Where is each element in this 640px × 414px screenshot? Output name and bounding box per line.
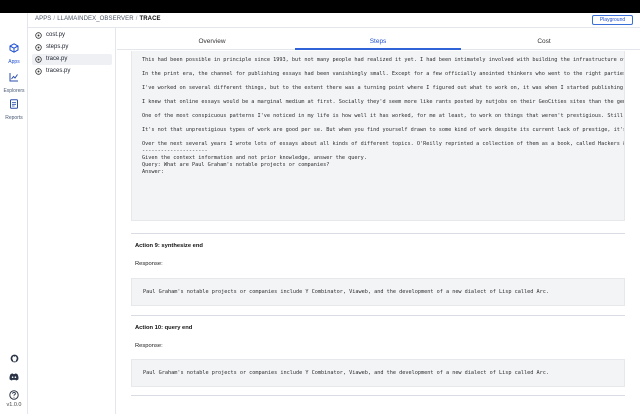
action-10-response-text: Paul Graham's notable projects or compan… (143, 370, 550, 376)
prompt-line: Query: What are Paul Graham's notable pr… (142, 162, 330, 168)
prompt-line: I knew that online essays would be a mar… (142, 99, 624, 105)
prompt-line (142, 134, 624, 141)
action-10-response-block: Paul Graham's notable projects or compan… (131, 359, 625, 387)
tab-cost[interactable]: Cost (461, 28, 627, 50)
github-link[interactable] (0, 350, 28, 368)
nav-item-apps[interactable]: Apps (0, 40, 28, 65)
prompt-line (142, 64, 624, 71)
prompt-line: Over the next several years I wrote lots… (142, 141, 624, 147)
prompt-line (142, 106, 624, 113)
file-item-traces[interactable]: traces.py (32, 66, 112, 77)
discord-icon (0, 368, 28, 386)
nav-item-explorers[interactable]: Explorers (0, 69, 28, 94)
prompt-line (142, 92, 624, 99)
section-divider (131, 233, 625, 234)
action-9-response-text: Paul Graham's notable projects or compan… (143, 289, 550, 295)
action-9-title: Action 9: synthesize end (135, 243, 203, 249)
window-top-bar (0, 0, 640, 13)
nav-label-apps: Apps (8, 59, 20, 65)
prompt-line: I've worked on several different things,… (142, 85, 624, 91)
action-9-response-block: Paul Graham's notable projects or compan… (131, 278, 625, 306)
prompt-line: Answer: (142, 169, 164, 175)
file-item-steps[interactable]: steps.py (32, 42, 112, 53)
section-divider (131, 315, 625, 316)
prompt-line: Given the context information and not pr… (142, 155, 367, 161)
app-version: v1.0.0 (6, 402, 22, 408)
file-item-trace[interactable]: trace.py (32, 54, 112, 65)
prompt-line (142, 78, 624, 85)
tab-overview[interactable]: Overview (129, 28, 295, 50)
nav-rail: Apps Explorers Reports v1.0.0 (0, 13, 28, 414)
breadcrumb: APPS / LLAMAINDEX_OBSERVER / TRACE (35, 16, 161, 22)
prompt-line: It's not that unprestigious types of wor… (142, 127, 624, 133)
tab-bar: Overview Steps Cost (117, 28, 640, 50)
nav-item-reports[interactable]: Reports (0, 96, 28, 121)
file-name: traces.py (46, 68, 71, 74)
python-file-icon (35, 68, 42, 80)
tab-steps[interactable]: Steps (295, 28, 461, 50)
breadcrumb-bar: APPS / LLAMAINDEX_OBSERVER / TRACE Playgroun… (28, 13, 640, 28)
file-item-cost[interactable]: cost.py (32, 30, 112, 41)
prompt-code-block: This had been possible in principle sinc… (131, 51, 625, 221)
prompt-line: --------------------- (142, 148, 208, 154)
discord-link[interactable] (0, 368, 28, 386)
action-10-title: Action 10: query end (135, 325, 193, 331)
github-icon (0, 350, 28, 368)
file-name: cost.py (46, 32, 66, 38)
prompt-lines: This had been possible in principle sinc… (142, 57, 624, 176)
steps-panel[interactable]: This had been possible in principle sinc… (117, 51, 640, 414)
breadcrumb-separator: / (53, 16, 56, 22)
reports-icon (0, 96, 28, 114)
breadcrumb-separator: / (135, 16, 138, 22)
prompt-line (142, 120, 624, 127)
breadcrumb-item-app[interactable]: LLAMAINDEX_OBSERVER (57, 16, 133, 22)
nav-label-reports: Reports (5, 115, 23, 121)
section-divider (131, 395, 625, 396)
breadcrumb-item-apps[interactable]: APPS (35, 16, 51, 22)
breadcrumb-item-current: TRACE (139, 16, 161, 22)
prompt-line: One of the most conspicuous patterns I'v… (142, 113, 624, 119)
file-name: trace.py (46, 56, 68, 62)
explorers-icon (0, 69, 28, 87)
file-name: steps.py (46, 44, 69, 50)
action-10-response-label: Response: (135, 343, 163, 349)
prompt-line: This had been possible in principle sinc… (142, 57, 624, 63)
apps-icon (0, 40, 28, 58)
prompt-line: In the print era, the channel for publis… (142, 71, 624, 77)
playground-button[interactable]: Playground (592, 15, 633, 25)
file-list: cost.py steps.py trace.py traces.py (28, 28, 116, 414)
action-9-response-label: Response: (135, 261, 163, 267)
nav-label-explorers: Explorers (3, 88, 25, 94)
